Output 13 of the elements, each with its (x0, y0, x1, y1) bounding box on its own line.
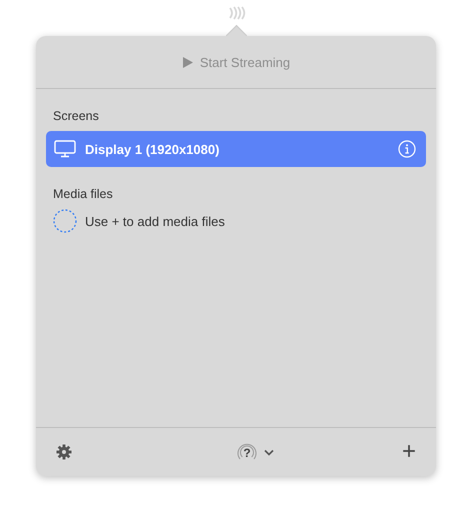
chevron-down-icon (264, 448, 274, 456)
play-icon (182, 56, 194, 68)
add-button[interactable]: + (402, 440, 416, 464)
receiver-menu-button[interactable]: ? (236, 441, 274, 463)
question-mark: ? (242, 446, 251, 460)
settings-icon[interactable] (56, 444, 72, 460)
screen-item[interactable]: Display 1 (1920x1080) (46, 131, 426, 167)
section-title: Screens (52, 109, 100, 123)
section-title: Media files (52, 187, 114, 201)
empty-hint: Use + to add media files (85, 214, 225, 228)
info-icon[interactable] (398, 140, 416, 158)
empty-circle-icon (53, 209, 77, 233)
monitor-icon (54, 140, 76, 158)
